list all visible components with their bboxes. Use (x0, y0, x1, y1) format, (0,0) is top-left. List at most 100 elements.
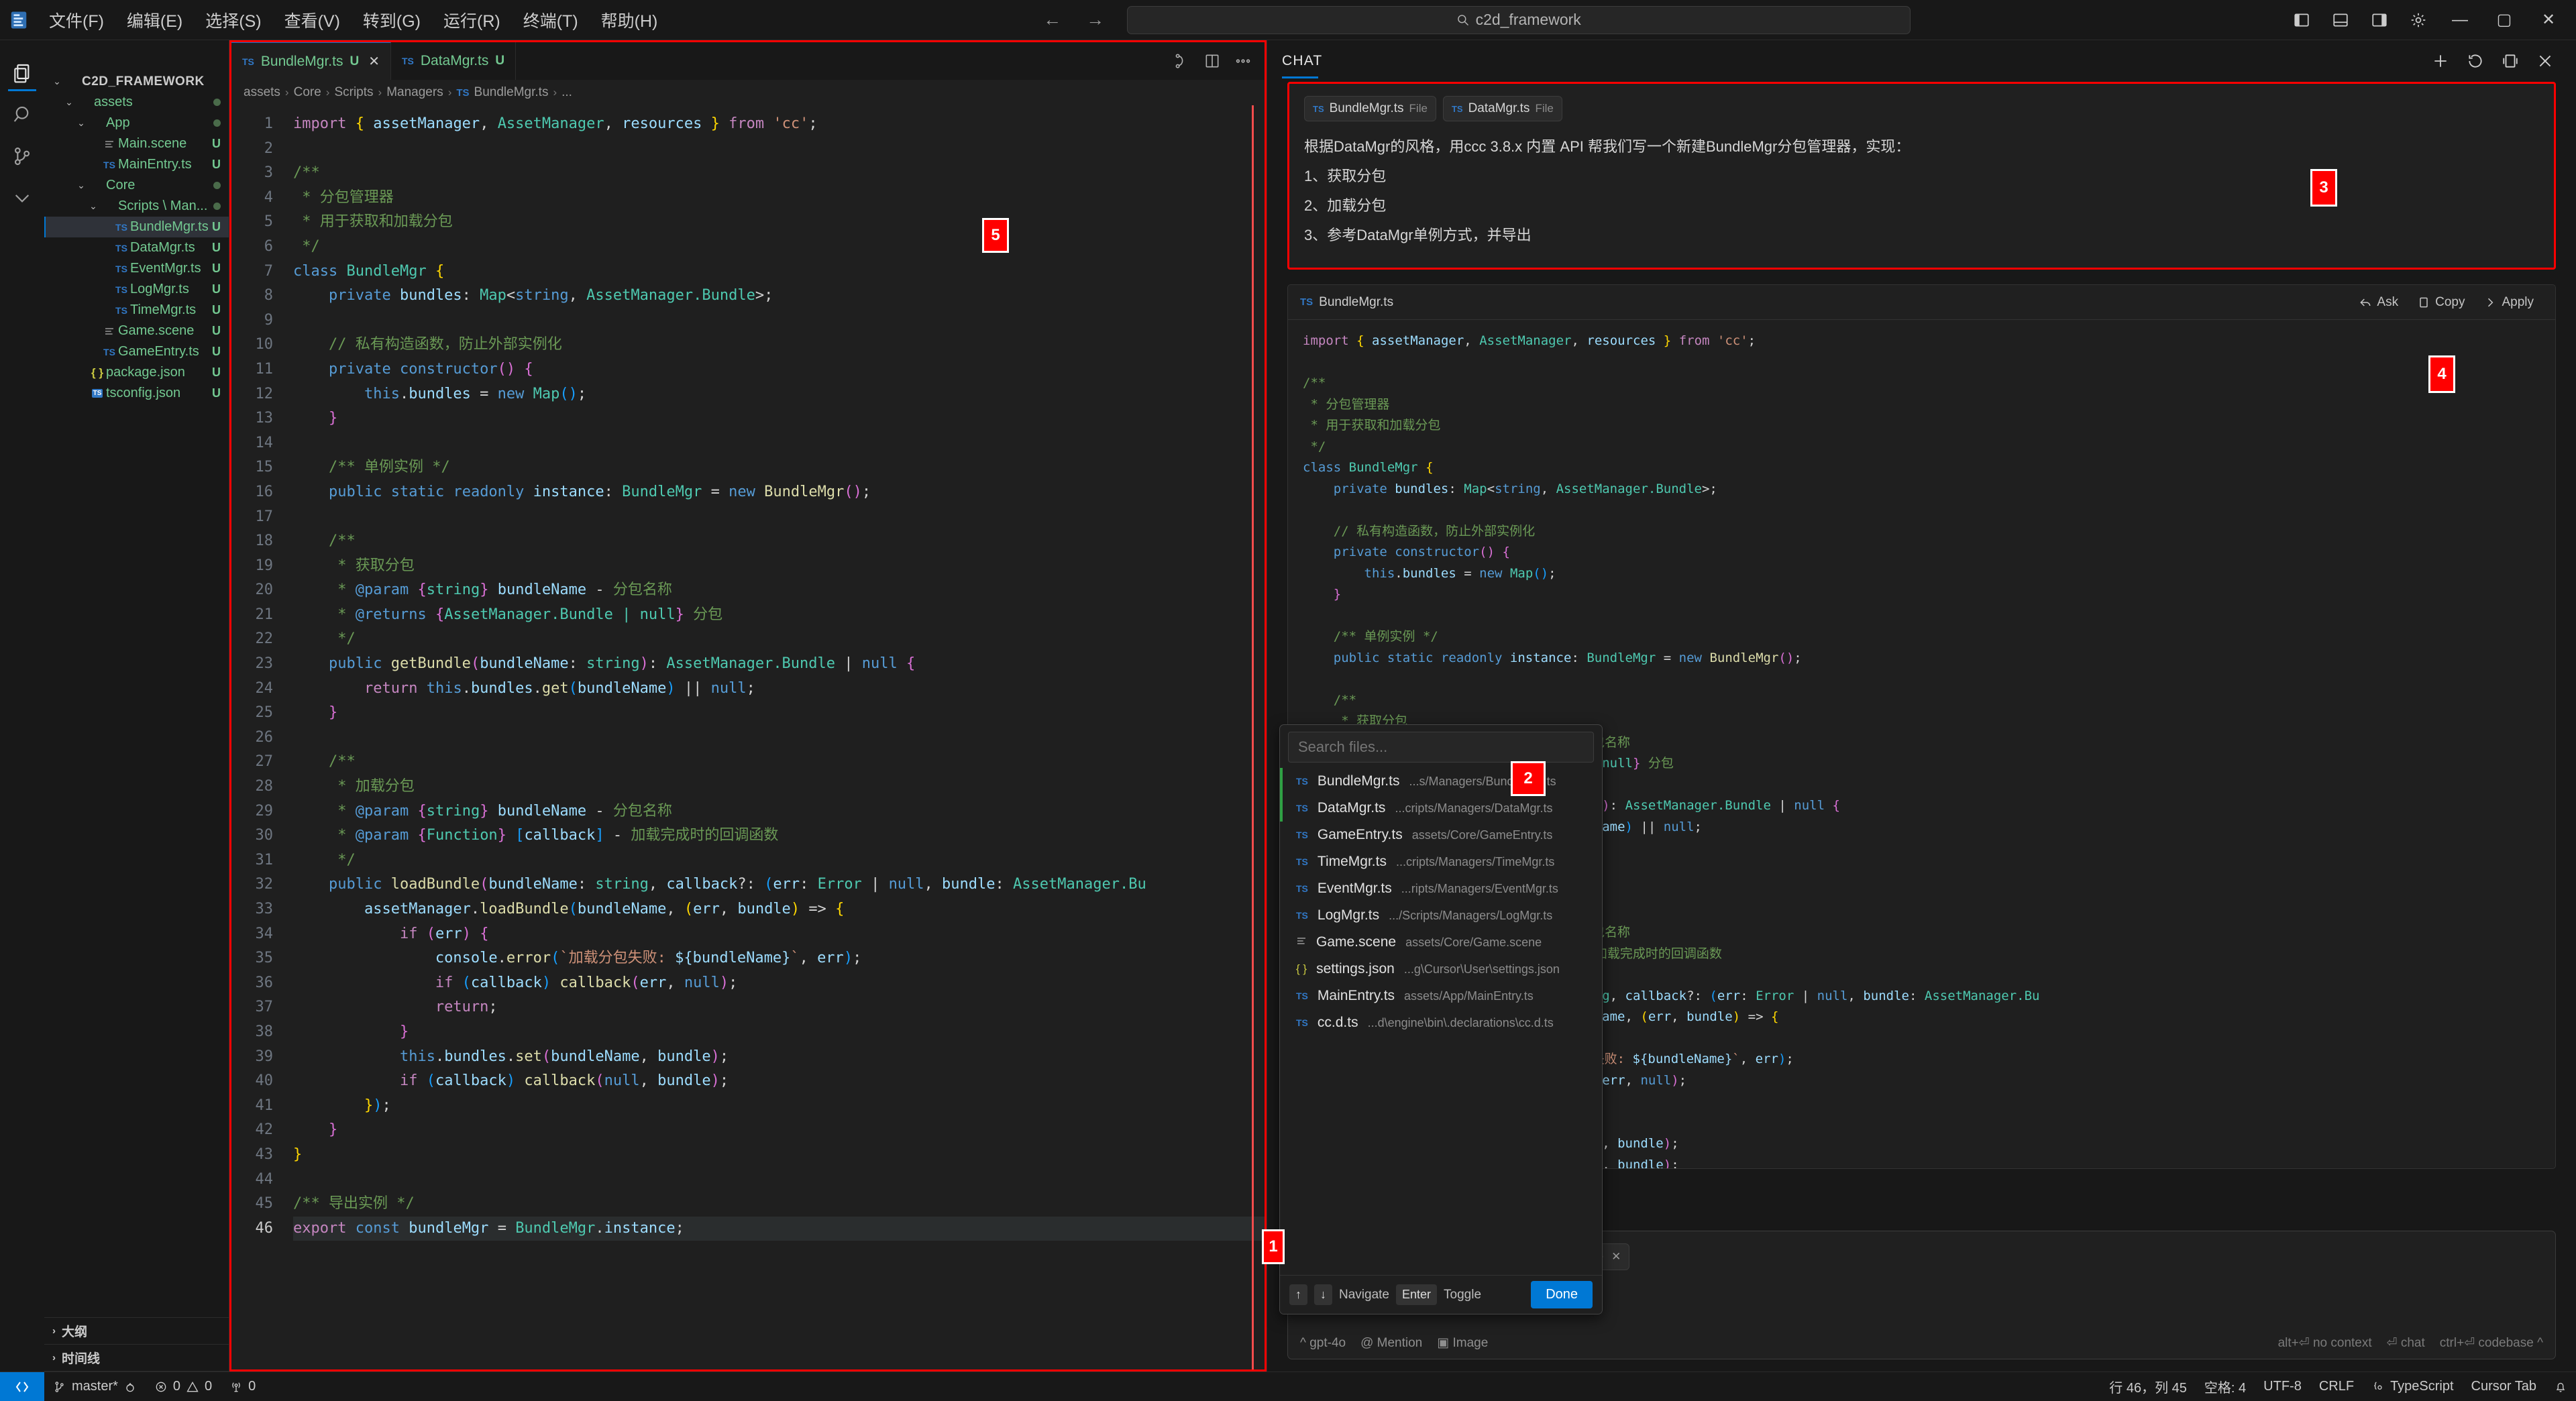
tree-item-main-scene[interactable]: Main.scene U (44, 133, 229, 154)
code-line[interactable]: export const bundleMgr = BundleMgr.insta… (293, 1216, 1265, 1241)
tree-item-core[interactable]: ⌄ Core (44, 175, 229, 196)
code-line[interactable]: public loadBundle(bundleName: string, ca… (293, 873, 1265, 897)
breadcrumb-item[interactable]: Scripts (334, 85, 373, 100)
indentation-button[interactable]: 空格: 4 (2196, 1372, 2255, 1401)
file-search-popup[interactable]: TSBundleMgr.ts...s/Managers/BundleMgr.ts… (1279, 724, 1603, 1314)
tree-item-package-json[interactable]: { } package.json U (44, 362, 229, 383)
code-line[interactable]: } (293, 701, 1265, 726)
tree-item-datamgr-ts[interactable]: TS DataMgr.ts U (44, 237, 229, 258)
code-line[interactable]: * 分包管理器 (293, 186, 1265, 211)
file-search-result[interactable]: TS GameEntry.ts assets/Core/GameEntry.ts (1280, 822, 1602, 848)
file-search-result[interactable]: TS MainEntry.ts assets/App/MainEntry.ts (1280, 983, 1602, 1009)
tree-item-game-scene[interactable]: Game.scene U (44, 321, 229, 341)
menu-go[interactable]: 转到(G) (352, 4, 432, 36)
tree-item-assets[interactable]: ⌄ assets (44, 92, 229, 113)
plus-icon[interactable] (2424, 45, 2457, 77)
tree-item-logmgr-ts[interactable]: TS LogMgr.ts U (44, 279, 229, 300)
image-button[interactable]: ▣ Image (1437, 1335, 1488, 1351)
code-line[interactable]: if (callback) callback(err, null); (293, 971, 1265, 996)
code-line[interactable]: private constructor() { (293, 357, 1265, 382)
file-search-result[interactable]: { } settings.json ...g\Cursor\User\setting… (1280, 956, 1602, 983)
code-line[interactable]: } (293, 1118, 1265, 1143)
code-line[interactable]: } (293, 1143, 1265, 1168)
cursor-tab-button[interactable]: Cursor Tab (2463, 1372, 2545, 1401)
code-line[interactable]: return this.bundles.get(bundleName) || n… (293, 677, 1265, 702)
code-line[interactable]: // 私有构造函数，防止外部实例化 (293, 333, 1265, 357)
code-line[interactable]: /** (293, 161, 1265, 186)
mention-button[interactable]: @ Mention (1360, 1336, 1422, 1351)
window-close-button[interactable]: ✕ (2526, 0, 2571, 40)
tree-item-bundlemgr-ts[interactable]: TS BundleMgr.ts U (44, 217, 229, 237)
language-mode-button[interactable]: TypeScript (2363, 1372, 2462, 1401)
context-chip-bundlemgr[interactable]: TS BundleMgr.ts File (1304, 96, 1436, 121)
file-search-result[interactable]: TS BundleMgr.ts ...s/Managers/BundleMgr.ts (1280, 768, 1602, 795)
notifications-button[interactable] (2545, 1372, 2576, 1401)
tree-item-tsconfig-json[interactable]: TS tsconfig.json U (44, 383, 229, 404)
toggle-primary-sidebar-icon[interactable] (2282, 0, 2321, 40)
menu-help[interactable]: 帮助(H) (590, 4, 669, 36)
code-content[interactable]: import { assetManager, AssetManager, res… (284, 105, 1265, 1369)
model-selector[interactable]: ^ gpt-4o (1300, 1336, 1346, 1351)
ask-button[interactable]: Ask (2349, 290, 2408, 315)
code-line[interactable]: } (293, 1020, 1265, 1045)
code-line[interactable]: /** (293, 750, 1265, 775)
file-search-result[interactable]: TS LogMgr.ts .../Scripts/Managers/LogMgr.t… (1280, 902, 1602, 929)
code-line[interactable]: /** 单例实例 */ (293, 455, 1265, 480)
code-line[interactable]: assetManager.loadBundle(bundleName, (err… (293, 897, 1265, 922)
breadcrumb-item[interactable]: assets (244, 85, 280, 100)
git-branch-button[interactable]: master* (44, 1372, 146, 1401)
menu-view[interactable]: 查看(V) (273, 4, 352, 36)
code-line[interactable]: * 获取分包 (293, 554, 1265, 579)
menu-edit[interactable]: 编辑(E) (115, 4, 194, 36)
forward-arrow-icon[interactable]: → (1084, 9, 1107, 30)
timeline-section[interactable]: › 时间线 (44, 1345, 229, 1371)
tab-datamgr[interactable]: TS DataMgr.ts U (390, 42, 517, 80)
code-line[interactable]: public static readonly instance: BundleM… (293, 480, 1265, 505)
code-line[interactable]: import { assetManager, AssetManager, res… (293, 112, 1265, 137)
tree-item-app[interactable]: ⌄ App (44, 113, 229, 133)
more-actions-icon[interactable] (1230, 42, 1256, 80)
ports-button[interactable]: 0 (221, 1372, 264, 1401)
context-chip-datamgr[interactable]: TS DataMgr.ts File (1442, 96, 1562, 121)
activity-source-control-icon[interactable] (0, 135, 44, 177)
file-search-result[interactable]: TS cc.d.ts ...d\engine\bin\.declarations\c… (1280, 1009, 1602, 1036)
breadcrumb-item[interactable]: BundleMgr.ts (474, 85, 549, 100)
code-line[interactable]: console.error(`加载分包失败: ${bundleName}`, e… (293, 946, 1265, 971)
code-editor[interactable]: 1 2 3 4 5 6 7 8 9 10 11 12 13 14 15 16 17 18 19 20 21 22 23 24 2… (231, 105, 1265, 1369)
tree-item-gameentry-ts[interactable]: TS GameEntry.ts U (44, 341, 229, 362)
code-line[interactable]: * @param {Function} [callback] - 加载完成时的回… (293, 824, 1265, 848)
code-line[interactable]: class BundleMgr { (293, 260, 1265, 284)
menu-run[interactable]: 运行(R) (432, 4, 512, 36)
menu-select[interactable]: 选择(S) (194, 4, 272, 36)
breadcrumb-item[interactable]: Managers (386, 85, 443, 100)
layout-icon[interactable] (2494, 45, 2526, 77)
remote-host-button[interactable] (0, 1371, 44, 1401)
code-line[interactable]: this.bundles = new Map(); (293, 382, 1265, 407)
breadcrumb-item[interactable]: Core (294, 85, 321, 100)
code-line[interactable]: /** (293, 529, 1265, 554)
command-search-box[interactable]: c2d_framework (1126, 5, 1911, 34)
code-line[interactable] (293, 137, 1265, 162)
cursor-position-button[interactable]: 行 46，列 45 (2100, 1372, 2196, 1401)
code-line[interactable] (293, 431, 1265, 456)
window-minimize-button[interactable]: — (2438, 0, 2482, 40)
code-line[interactable]: * @param {string} bundleName - 分包名称 (293, 578, 1265, 603)
split-editor-icon[interactable] (1199, 42, 1226, 80)
done-button[interactable]: Done (1531, 1281, 1593, 1308)
code-line[interactable]: this.bundles.set(bundleName, bundle); (293, 1045, 1265, 1070)
eol-button[interactable]: CRLF (2310, 1372, 2363, 1401)
code-line[interactable]: * @param {string} bundleName - 分包名称 (293, 799, 1265, 824)
tab-close-icon[interactable]: ✕ (368, 53, 380, 70)
settings-gear-icon[interactable] (2399, 0, 2438, 40)
tree-item-mainentry-ts[interactable]: TS MainEntry.ts U (44, 154, 229, 175)
chip-close-icon[interactable]: ✕ (1611, 1250, 1621, 1264)
code-line[interactable]: * 用于获取和加载分包 (293, 210, 1265, 235)
code-line[interactable]: /** 导出实例 */ (293, 1192, 1265, 1217)
file-search-result[interactable]: TS DataMgr.ts ...cripts/Managers/DataMgr.t… (1280, 795, 1602, 822)
tab-bundlemgr[interactable]: TS BundleMgr.ts U ✕ (231, 42, 391, 80)
toggle-secondary-sidebar-icon[interactable] (2360, 0, 2399, 40)
file-search-result[interactable]: TS EventMgr.ts ...ripts/Managers/EventMgr.… (1280, 875, 1602, 902)
copy-button[interactable]: Copy (2408, 290, 2474, 315)
breadcrumb-item[interactable]: ... (561, 85, 572, 100)
code-line[interactable] (293, 505, 1265, 530)
